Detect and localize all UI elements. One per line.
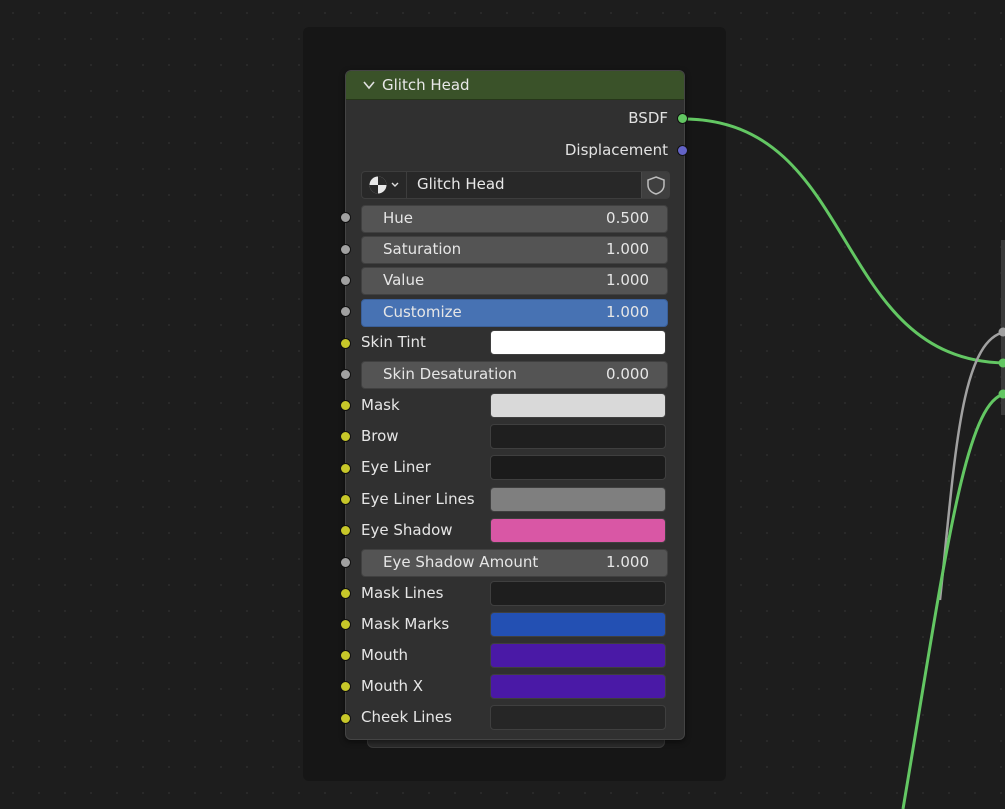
color-swatch-skin-tint[interactable] (490, 330, 666, 355)
input-hue[interactable]: Hue 0.500 (361, 205, 668, 233)
link-grey (938, 330, 1005, 601)
input-socket-mouth-x[interactable] (340, 681, 351, 692)
output-socket-bsdf[interactable] (677, 113, 688, 124)
offscreen-socket-green (998, 358, 1005, 368)
input-label-cheek-lines: Cheek Lines (361, 708, 452, 726)
input-value[interactable]: Value 1.000 (361, 267, 668, 295)
link-bsdf (682, 117, 1005, 365)
color-swatch-mask-lines[interactable] (490, 581, 666, 606)
slider-label: Saturation (383, 240, 462, 258)
input-socket-eye-shadow-amount[interactable] (340, 557, 351, 568)
input-label-mask-lines: Mask Lines (361, 584, 444, 602)
input-socket-eye-shadow[interactable] (340, 525, 351, 536)
slider-label: Skin Desaturation (383, 365, 517, 383)
group-name-field[interactable]: Glitch Head (406, 172, 640, 198)
input-saturation[interactable]: Saturation 1.000 (361, 236, 668, 264)
output-socket-displacement[interactable] (677, 145, 688, 156)
input-socket-skin-tint[interactable] (340, 338, 351, 349)
input-label-eye-liner: Eye Liner (361, 458, 431, 476)
group-node[interactable]: Glitch Head BSDF Displacement Glitch Hea… (345, 70, 685, 740)
color-swatch-eye-liner[interactable] (490, 455, 666, 480)
output-label-bsdf: BSDF (628, 109, 668, 127)
color-swatch-eye-liner-lines[interactable] (490, 487, 666, 512)
input-skin-desaturation[interactable]: Skin Desaturation 0.000 (361, 361, 668, 389)
slider-value: 0.000 (606, 365, 649, 383)
input-label-eye-shadow: Eye Shadow (361, 521, 453, 539)
color-swatch-eye-shadow[interactable] (490, 518, 666, 543)
input-label-mask: Mask (361, 396, 400, 414)
node-tree-icon[interactable] (366, 174, 404, 196)
chevron-down-icon[interactable] (362, 78, 376, 92)
node-title: Glitch Head (382, 76, 470, 94)
slider-label: Eye Shadow Amount (383, 553, 539, 571)
slider-label: Value (383, 271, 425, 289)
input-customize[interactable]: Customize 1.000 (361, 299, 668, 327)
input-socket-mouth[interactable] (340, 650, 351, 661)
input-label-skin-tint: Skin Tint (361, 333, 426, 351)
input-label-eye-liner-lines: Eye Liner Lines (361, 490, 475, 508)
output-label-displacement: Displacement (564, 141, 668, 159)
input-socket-value[interactable] (340, 275, 351, 286)
input-socket-mask[interactable] (340, 400, 351, 411)
slider-value: 1.000 (606, 240, 649, 258)
color-swatch-mouth[interactable] (490, 643, 666, 668)
color-swatch-mask[interactable] (490, 393, 666, 418)
input-socket-saturation[interactable] (340, 244, 351, 255)
input-label-mouth: Mouth (361, 646, 409, 664)
offscreen-socket-grey (998, 327, 1005, 337)
input-eye-shadow-amount[interactable]: Eye Shadow Amount 1.000 (361, 549, 668, 577)
color-swatch-cheek-lines[interactable] (490, 705, 666, 730)
input-socket-mask-lines[interactable] (340, 588, 351, 599)
shield-icon (647, 176, 665, 195)
slider-label: Hue (383, 209, 414, 227)
fake-user-button[interactable] (641, 172, 670, 198)
slider-value: 1.000 (606, 303, 649, 321)
node-header[interactable]: Glitch Head (346, 71, 684, 100)
input-label-mouth-x: Mouth X (361, 677, 424, 695)
group-name-text: Glitch Head (417, 175, 505, 193)
node-group-selector[interactable]: Glitch Head (361, 171, 670, 199)
slider-value: 0.500 (606, 209, 649, 227)
input-socket-cheek-lines[interactable] (340, 713, 351, 724)
color-swatch-mask-marks[interactable] (490, 612, 666, 637)
slider-label: Customize (383, 303, 462, 321)
input-socket-brow[interactable] (340, 431, 351, 442)
input-label-mask-marks: Mask Marks (361, 615, 450, 633)
input-socket-eye-liner-lines[interactable] (340, 494, 351, 505)
input-socket-mask-marks[interactable] (340, 619, 351, 630)
input-socket-eye-liner[interactable] (340, 463, 351, 474)
slider-value: 1.000 (606, 271, 649, 289)
slider-value: 1.000 (606, 553, 649, 571)
color-swatch-brow[interactable] (490, 424, 666, 449)
input-socket-hue[interactable] (340, 212, 351, 223)
input-label-brow: Brow (361, 427, 399, 445)
input-socket-customize[interactable] (340, 306, 351, 317)
color-swatch-mouth-x[interactable] (490, 674, 666, 699)
input-socket-skin-desaturation[interactable] (340, 369, 351, 380)
